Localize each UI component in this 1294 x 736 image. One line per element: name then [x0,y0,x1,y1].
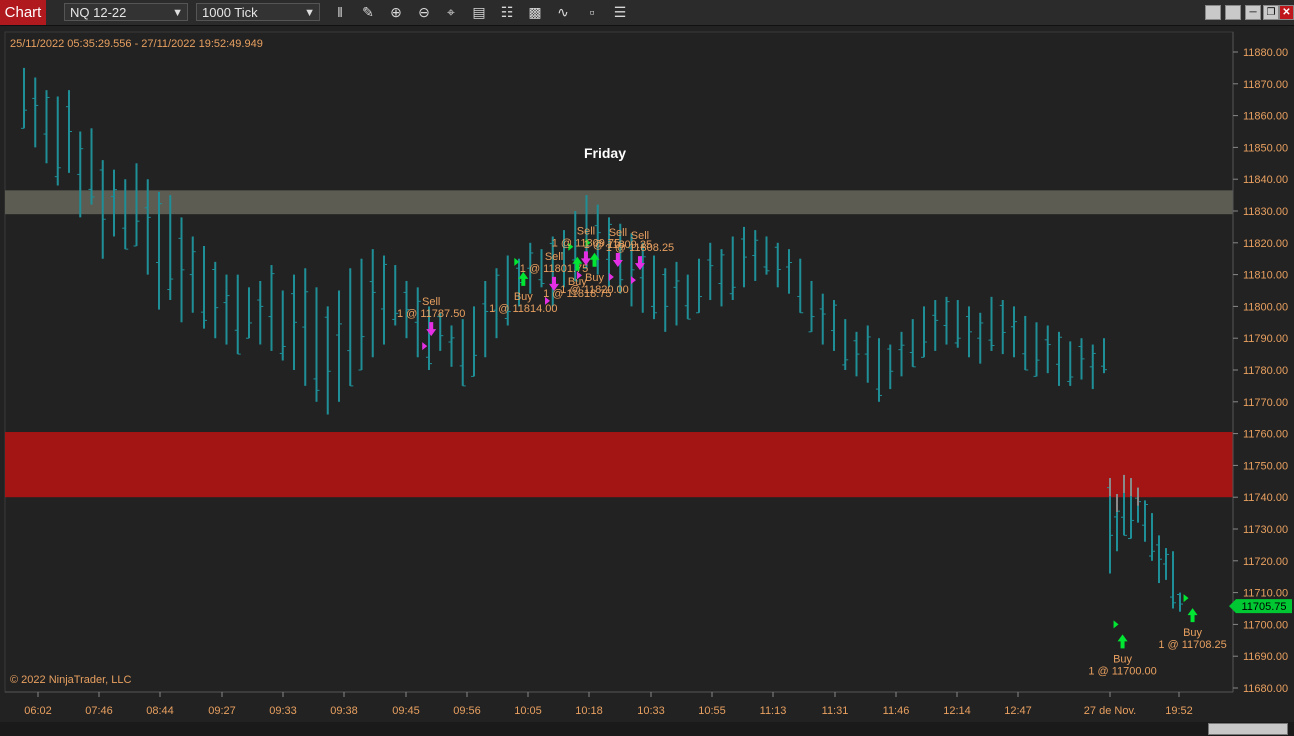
zoom-in-icon[interactable]: ⊕ [386,3,406,21]
close-icon[interactable]: ✕ [1279,5,1294,20]
chevron-down-icon: ▼ [304,7,315,19]
price-tick-label: 11680.00 [1243,683,1288,695]
price-tick-label: 11770.00 [1243,397,1288,409]
interval-value: 1000 Tick [202,5,258,20]
execution-label: Buy [514,291,533,303]
price-tick-label: 11700.00 [1243,619,1288,631]
price-tick-label: 11740.00 [1243,492,1288,504]
price-tick-label: 11800.00 [1243,301,1288,313]
properties-icon[interactable]: ☷ [497,3,517,21]
horizontal-scroll-track[interactable] [0,722,1294,736]
price-tick-label: 11860.00 [1243,111,1288,123]
chart-tab[interactable]: Chart [0,0,46,25]
execution-label: Sell [422,296,440,308]
instrument-value: NQ 12-22 [70,5,127,20]
time-tick-label: 11:13 [760,705,787,717]
templates-icon[interactable]: ▫ [582,3,602,21]
time-tick-label: 09:27 [208,705,236,717]
day-label: Friday [584,145,626,161]
time-tick-label: 10:05 [514,705,542,717]
support-zone [5,432,1233,498]
price-tick-label: 11780.00 [1243,365,1288,377]
instrument-selector[interactable]: NQ 12-22 ▼ [64,3,188,21]
time-tick-label: 27 de Nov. [1084,705,1136,717]
price-tick-label: 11730.00 [1243,524,1288,536]
draw-pencil-icon[interactable]: ✎ [358,3,378,21]
tile-icon[interactable] [1225,5,1241,20]
minimize-icon[interactable]: ─ [1245,5,1261,20]
resistance-zone [5,190,1233,215]
price-tick-label: 11750.00 [1243,460,1288,472]
execution-label: Sell [631,230,649,242]
time-tick-label: 11:31 [822,705,849,717]
execution-detail: 1 @ 11820.00 [560,284,628,296]
strategies-icon[interactable]: ▩ [525,3,545,21]
time-tick-label: 12:14 [943,705,971,717]
execution-detail: 1 @ 11787.50 [397,308,465,320]
time-tick-label: 12:47 [1004,705,1032,717]
copyright-label: © 2022 NinjaTrader, LLC [10,674,131,686]
execution-label: Sell [545,251,563,263]
execution-label: Buy [585,272,604,284]
price-tick-label: 11850.00 [1243,142,1288,154]
execution-detail: 1 @ 11814.00 [489,303,557,315]
time-tick-label: 11:46 [883,705,910,717]
chevron-down-icon: ▼ [172,7,183,19]
time-tick-label: 09:56 [453,705,481,717]
indicators-icon[interactable]: ∿ [553,3,573,21]
time-tick-label: 09:33 [269,705,297,717]
price-tick-label: 11830.00 [1243,206,1288,218]
chart-toolbar: Chart NQ 12-22 ▼ 1000 Tick ▼ ‖ ✎ ⊕ ⊖ ⌖ ▤… [0,0,1294,26]
bar-type-icon[interactable]: ‖ [330,3,350,21]
list-icon[interactable]: ☰ [610,3,630,21]
time-tick-label: 10:33 [637,705,665,717]
data-box-icon[interactable]: ▤ [469,3,489,21]
chart-background [0,26,1294,722]
time-tick-label: 07:46 [85,705,113,717]
time-tick-label: 08:44 [146,705,174,717]
price-tick-label: 11720.00 [1243,556,1288,568]
date-range-label: 25/11/2022 05:35:29.556 - 27/11/2022 19:… [10,38,263,50]
zoom-out-icon[interactable]: ⊖ [414,3,434,21]
price-tick-label: 11810.00 [1243,270,1288,282]
price-tick-label: 11840.00 [1243,174,1288,186]
price-tick-label: 11870.00 [1243,79,1288,91]
time-tick-label: 10:55 [698,705,726,717]
time-tick-label: 09:38 [330,705,358,717]
last-price-marker: 11705.75 [1229,599,1292,614]
price-tick-label: 11820.00 [1243,238,1288,250]
price-tick-label: 11690.00 [1243,651,1288,663]
restore-icon[interactable]: ❐ [1263,5,1279,20]
interval-selector[interactable]: 1000 Tick ▼ [196,3,320,21]
time-tick-label: 06:02 [24,705,52,717]
time-tick-label: 09:45 [392,705,420,717]
execution-label: Sell [609,227,627,239]
time-tick-label: 19:52 [1165,705,1193,717]
price-chart[interactable]: Sell1 @ 11787.50Buy1 @ 11814.00Sell1 @ 1… [0,26,1294,722]
last-price-value: 11705.75 [1241,601,1286,613]
crosshair-icon[interactable]: ⌖ [441,3,461,21]
time-tick-label: 10:18 [575,705,603,717]
price-tick-label: 11790.00 [1243,333,1288,345]
price-tick-label: 11710.00 [1243,588,1288,600]
execution-detail: 1 @ 11808.25 [606,242,674,254]
execution-label: Sell [577,225,595,237]
price-tick-label: 11880.00 [1243,47,1288,59]
execution-label: Buy [1113,653,1132,665]
horizontal-scrollbar-thumb[interactable] [1208,723,1288,735]
execution-label: Buy [1183,627,1202,639]
execution-detail: 1 @ 11700.00 [1088,665,1156,677]
price-tick-label: 11760.00 [1243,429,1288,441]
execution-detail: 1 @ 11708.25 [1158,639,1226,651]
window-option-icon[interactable] [1205,5,1221,20]
